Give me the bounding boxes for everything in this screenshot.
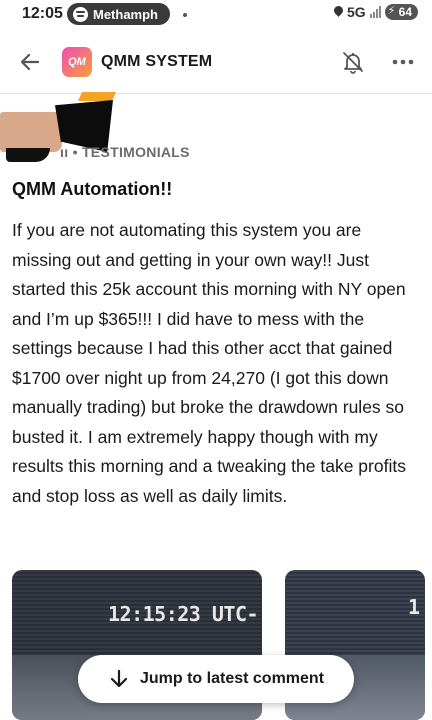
more-horizontal-icon [392, 59, 414, 65]
back-button[interactable] [16, 48, 44, 76]
location-icon [334, 6, 343, 18]
notifications-button[interactable] [340, 49, 366, 75]
redaction-mark [6, 148, 50, 162]
redaction-mark [0, 112, 62, 152]
back-arrow-icon [20, 53, 40, 71]
group-logo[interactable]: QM [62, 47, 92, 77]
status-time: 12:05 [22, 5, 63, 22]
arrow-down-icon [110, 669, 128, 688]
redaction-mark [77, 92, 117, 101]
attachment-timestamp: 1 [408, 595, 421, 619]
notification-dot-icon [183, 13, 187, 17]
status-bar: 12:05 Methamph 5G 64 [0, 0, 432, 30]
post-category[interactable]: ıı • TESTIMONIALS [60, 144, 190, 160]
battery-icon: 64 [384, 4, 418, 20]
attachment-timestamp: 12:15:23 UTC- [108, 602, 259, 626]
group-logo-text: QM [68, 56, 86, 68]
app-bar: QM QMM SYSTEM [0, 36, 432, 90]
media-app-label: Methamph [93, 6, 158, 22]
group-name[interactable]: QMM SYSTEM [101, 53, 212, 71]
media-notification-pill[interactable]: Methamph [67, 3, 170, 25]
bell-muted-icon [343, 52, 363, 74]
jump-button-label: Jump to latest comment [139, 670, 325, 687]
jump-to-latest-comment-button[interactable]: Jump to latest comment [78, 655, 354, 703]
post-title: QMM Automation!! [12, 179, 173, 199]
post-body: If you are not automating this system yo… [12, 220, 406, 506]
status-indicators: 5G 64 [334, 4, 418, 20]
more-options-button[interactable] [390, 49, 416, 75]
spotify-icon [73, 6, 88, 22]
signal-icon [369, 6, 381, 18]
network-label: 5G [346, 4, 366, 20]
